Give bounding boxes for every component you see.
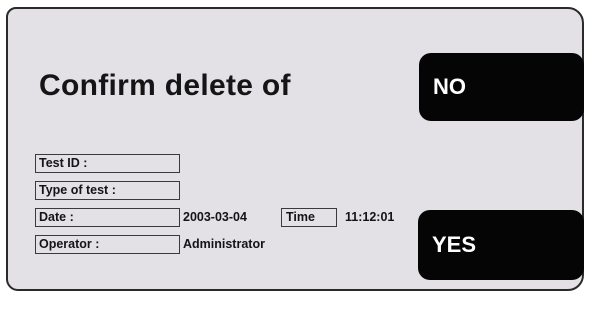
dialog-title: Confirm delete of: [39, 69, 291, 102]
operator-value: Administrator: [183, 237, 265, 251]
confirm-delete-dialog: Confirm delete of NO Test ID : Type of t…: [6, 7, 584, 291]
date-value: 2003-03-04: [183, 210, 247, 224]
type-of-test-label: Type of test :: [35, 181, 180, 200]
yes-button-label: YES: [432, 232, 477, 257]
date-label: Date :: [35, 208, 180, 227]
no-button[interactable]: NO: [419, 53, 584, 121]
operator-label: Operator :: [35, 235, 180, 254]
time-label: Time: [281, 208, 337, 227]
no-button-label: NO: [433, 74, 466, 99]
time-value: 11:12:01: [345, 210, 395, 224]
test-id-label: Test ID :: [35, 154, 180, 173]
yes-button[interactable]: YES: [418, 210, 584, 280]
